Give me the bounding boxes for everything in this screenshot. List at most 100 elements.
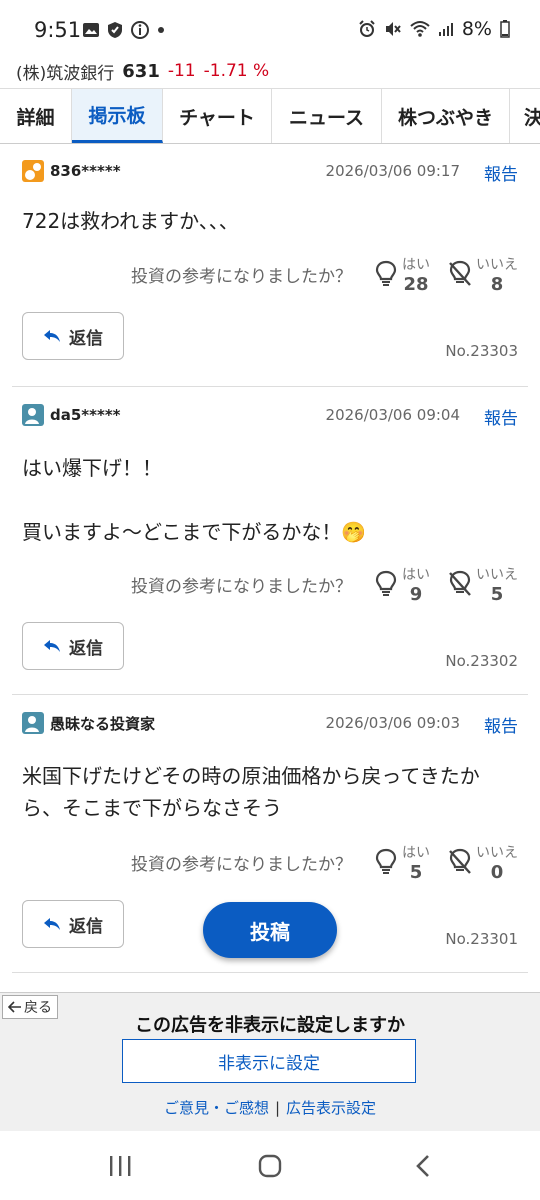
wifi-icon	[410, 21, 430, 37]
status-bar: 9:51 8%	[0, 0, 540, 56]
post-body: はい爆下げ！！ 買いますよ～どこまで下がるかな！🤭	[22, 452, 522, 548]
vote-no-count: 8	[490, 273, 504, 295]
bulb-off-icon	[449, 570, 471, 596]
post-date: 2026/03/06 09:03	[325, 714, 460, 732]
vote-question: 投資の参考になりましたか？	[131, 576, 352, 597]
info-icon	[131, 21, 149, 39]
back-icon[interactable]	[412, 1154, 434, 1178]
post-date: 2026/03/06 09:17	[325, 162, 460, 180]
vote-no-label: いいえ	[476, 256, 518, 273]
tab-news[interactable]: ニュース	[272, 89, 382, 143]
tab-details[interactable]: 詳細	[0, 89, 72, 143]
stock-name: (株)筑波銀行	[16, 63, 115, 84]
vote-section: 投資の参考になりましたか？ はい 28 いいえ 8	[131, 252, 518, 296]
tab-settlement[interactable]: 決	[510, 89, 540, 143]
ad-settings-link[interactable]: 広告表示設定	[286, 1099, 376, 1117]
bulb-off-icon	[449, 848, 471, 874]
bulb-off-icon	[449, 260, 471, 286]
post-line: ら、そこまで下がらなさそう	[22, 796, 282, 820]
vote-no-label: いいえ	[476, 844, 518, 861]
battery-icon	[500, 20, 510, 38]
post-username[interactable]: 愚昧なる投資家	[50, 713, 155, 734]
reply-label: 返信	[69, 638, 103, 659]
post-username[interactable]: da5*****	[50, 406, 121, 424]
shield-icon	[108, 22, 122, 38]
vote-yes-button[interactable]: はい 9	[374, 564, 430, 605]
system-nav-bar	[0, 1132, 540, 1200]
vote-question: 投資の参考になりましたか？	[131, 854, 352, 875]
reply-label: 返信	[69, 328, 103, 349]
post-line: はい爆下げ！！	[22, 456, 162, 480]
reply-button[interactable]: 返信	[22, 622, 124, 670]
post-number: No.23301	[445, 930, 518, 948]
stock-price: 631	[122, 60, 160, 82]
home-icon[interactable]	[257, 1154, 283, 1178]
bulb-icon	[375, 260, 397, 286]
post-line: 買いますよ～どこまで下がるかな！🤭	[22, 520, 367, 544]
post-body: 米国下げたけどその時の原油価格から戻ってきたか ら、そこまで下がらなさそう	[22, 760, 522, 824]
vote-yes-label: はい	[402, 256, 430, 273]
vote-yes-label: はい	[402, 844, 430, 861]
tab-tweets[interactable]: 株つぶやき	[382, 89, 510, 143]
feedback-link[interactable]: ご意見・ご感想	[164, 1099, 269, 1117]
dot-icon	[158, 27, 164, 33]
bulb-icon	[375, 570, 397, 596]
reply-arrow-icon	[44, 330, 60, 342]
vote-no-count: 5	[490, 583, 504, 605]
stock-change: -11	[167, 61, 196, 81]
vote-yes-label: はい	[402, 566, 430, 583]
reply-arrow-icon	[44, 918, 60, 930]
report-link[interactable]: 報告	[484, 712, 518, 737]
report-link[interactable]: 報告	[484, 404, 518, 429]
avatar	[22, 712, 44, 734]
bulb-icon	[375, 848, 397, 874]
image-icon	[83, 23, 99, 37]
battery-percent: 8%	[461, 18, 492, 40]
link-separator: |	[274, 1099, 281, 1117]
ad-title: この広告を非表示に設定しますか	[135, 1015, 405, 1036]
post-date: 2026/03/06 09:04	[325, 406, 460, 424]
vote-no-count: 0	[490, 861, 504, 883]
post-number: No.23302	[445, 652, 518, 670]
signal-icon	[438, 23, 453, 36]
reply-label: 返信	[69, 916, 103, 937]
alarm-icon	[359, 20, 375, 37]
post-item: 836***** 2026/03/06 09:17 報告 722は救われますか、…	[12, 142, 528, 387]
tab-chart[interactable]: チャート	[163, 89, 272, 143]
reply-button[interactable]: 返信	[22, 900, 124, 948]
post-line: 米国下げたけどその時の原油価格から戻ってきたか	[22, 764, 480, 788]
vote-yes-button[interactable]: はい 5	[374, 842, 430, 883]
vote-no-button[interactable]: いいえ 0	[448, 842, 518, 883]
post-line	[22, 484, 522, 516]
vote-yes-count: 5	[409, 861, 423, 883]
report-link[interactable]: 報告	[484, 160, 518, 185]
stock-summary: (株)筑波銀行 631 -11 -1.71 %	[16, 56, 269, 86]
vote-yes-count: 9	[409, 583, 423, 605]
avatar	[22, 404, 44, 426]
mute-icon	[385, 22, 401, 36]
post-number: No.23303	[445, 342, 518, 360]
recents-icon[interactable]	[107, 1154, 133, 1178]
vote-no-label: いいえ	[476, 566, 518, 583]
post-item: da5***** 2026/03/06 09:04 報告 はい爆下げ！！ 買いま…	[12, 386, 528, 695]
avatar	[22, 160, 44, 182]
reply-arrow-icon	[44, 640, 60, 652]
post-username[interactable]: 836*****	[50, 162, 121, 180]
vote-yes-count: 28	[403, 273, 429, 295]
reply-button[interactable]: 返信	[22, 312, 124, 360]
post-body: 722は救われますか、、、	[22, 205, 522, 237]
vote-section: 投資の参考になりましたか？ はい 5 いいえ 0	[131, 840, 518, 884]
ad-links: ご意見・ご感想 | 広告表示設定	[0, 1097, 540, 1118]
vote-no-button[interactable]: いいえ 5	[448, 564, 518, 605]
stock-change-percent: -1.71 %	[203, 61, 270, 81]
vote-question: 投資の参考になりましたか？	[131, 266, 352, 287]
ad-settings-panel: 戻る この広告を非表示に設定しますか 非表示に設定 ご意見・ご感想 | 広告表示設定	[0, 992, 540, 1131]
vote-section: 投資の参考になりましたか？ はい 9 いいえ 5	[131, 562, 518, 606]
vote-yes-button[interactable]: はい 28	[374, 254, 430, 295]
vote-no-button[interactable]: いいえ 8	[448, 254, 518, 295]
post-button[interactable]: 投稿	[203, 902, 337, 958]
post-line: 722は救われますか、、、	[22, 209, 239, 233]
tab-board[interactable]: 掲示板	[72, 89, 163, 143]
hide-ad-button[interactable]: 非表示に設定	[122, 1039, 416, 1083]
tab-bar: 詳細 掲示板 チャート ニュース 株つぶやき 決	[0, 88, 540, 144]
